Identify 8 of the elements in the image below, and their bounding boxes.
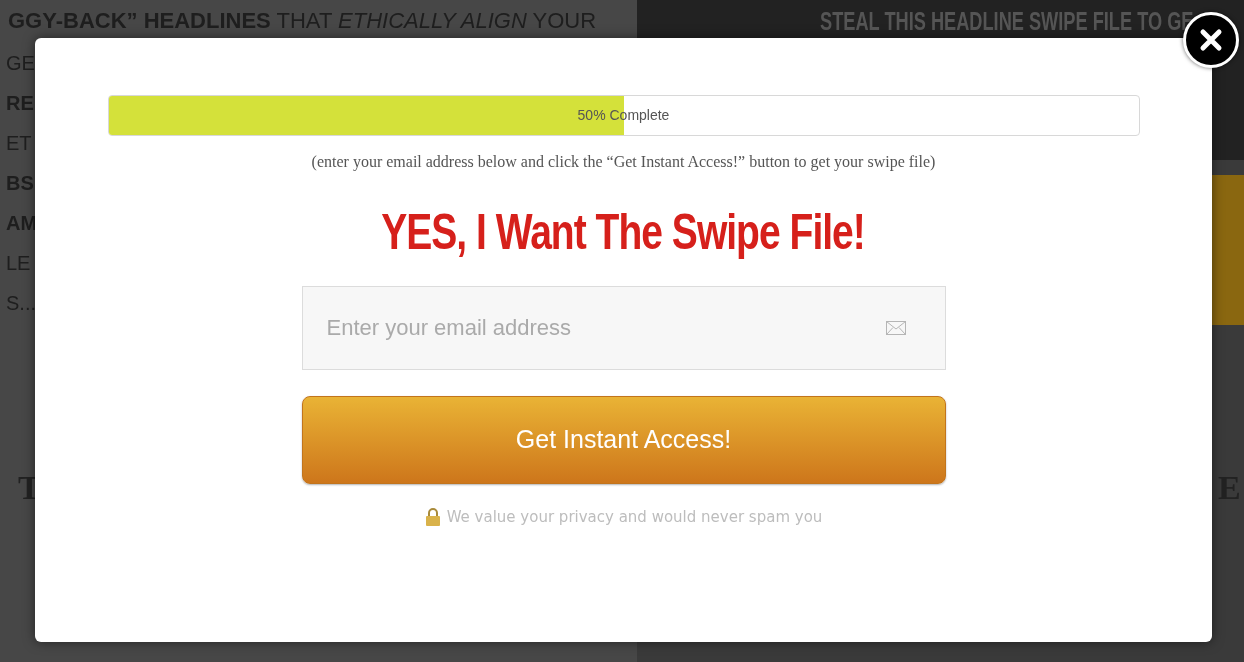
instruction-text: (enter your email address below and click the “Get Instant Access!” button to get your swipe file): [311, 152, 936, 173]
headline: YES, I Want The Swipe File!: [381, 203, 866, 262]
close-icon: [1199, 28, 1223, 52]
get-access-button[interactable]: Get Instant Access!: [301, 396, 946, 484]
lock-icon: [424, 508, 441, 527]
envelope-icon: [885, 321, 906, 335]
email-field[interactable]: Enter your email address: [301, 286, 946, 370]
privacy-note: We value your privacy and would never spam you: [446, 507, 823, 528]
